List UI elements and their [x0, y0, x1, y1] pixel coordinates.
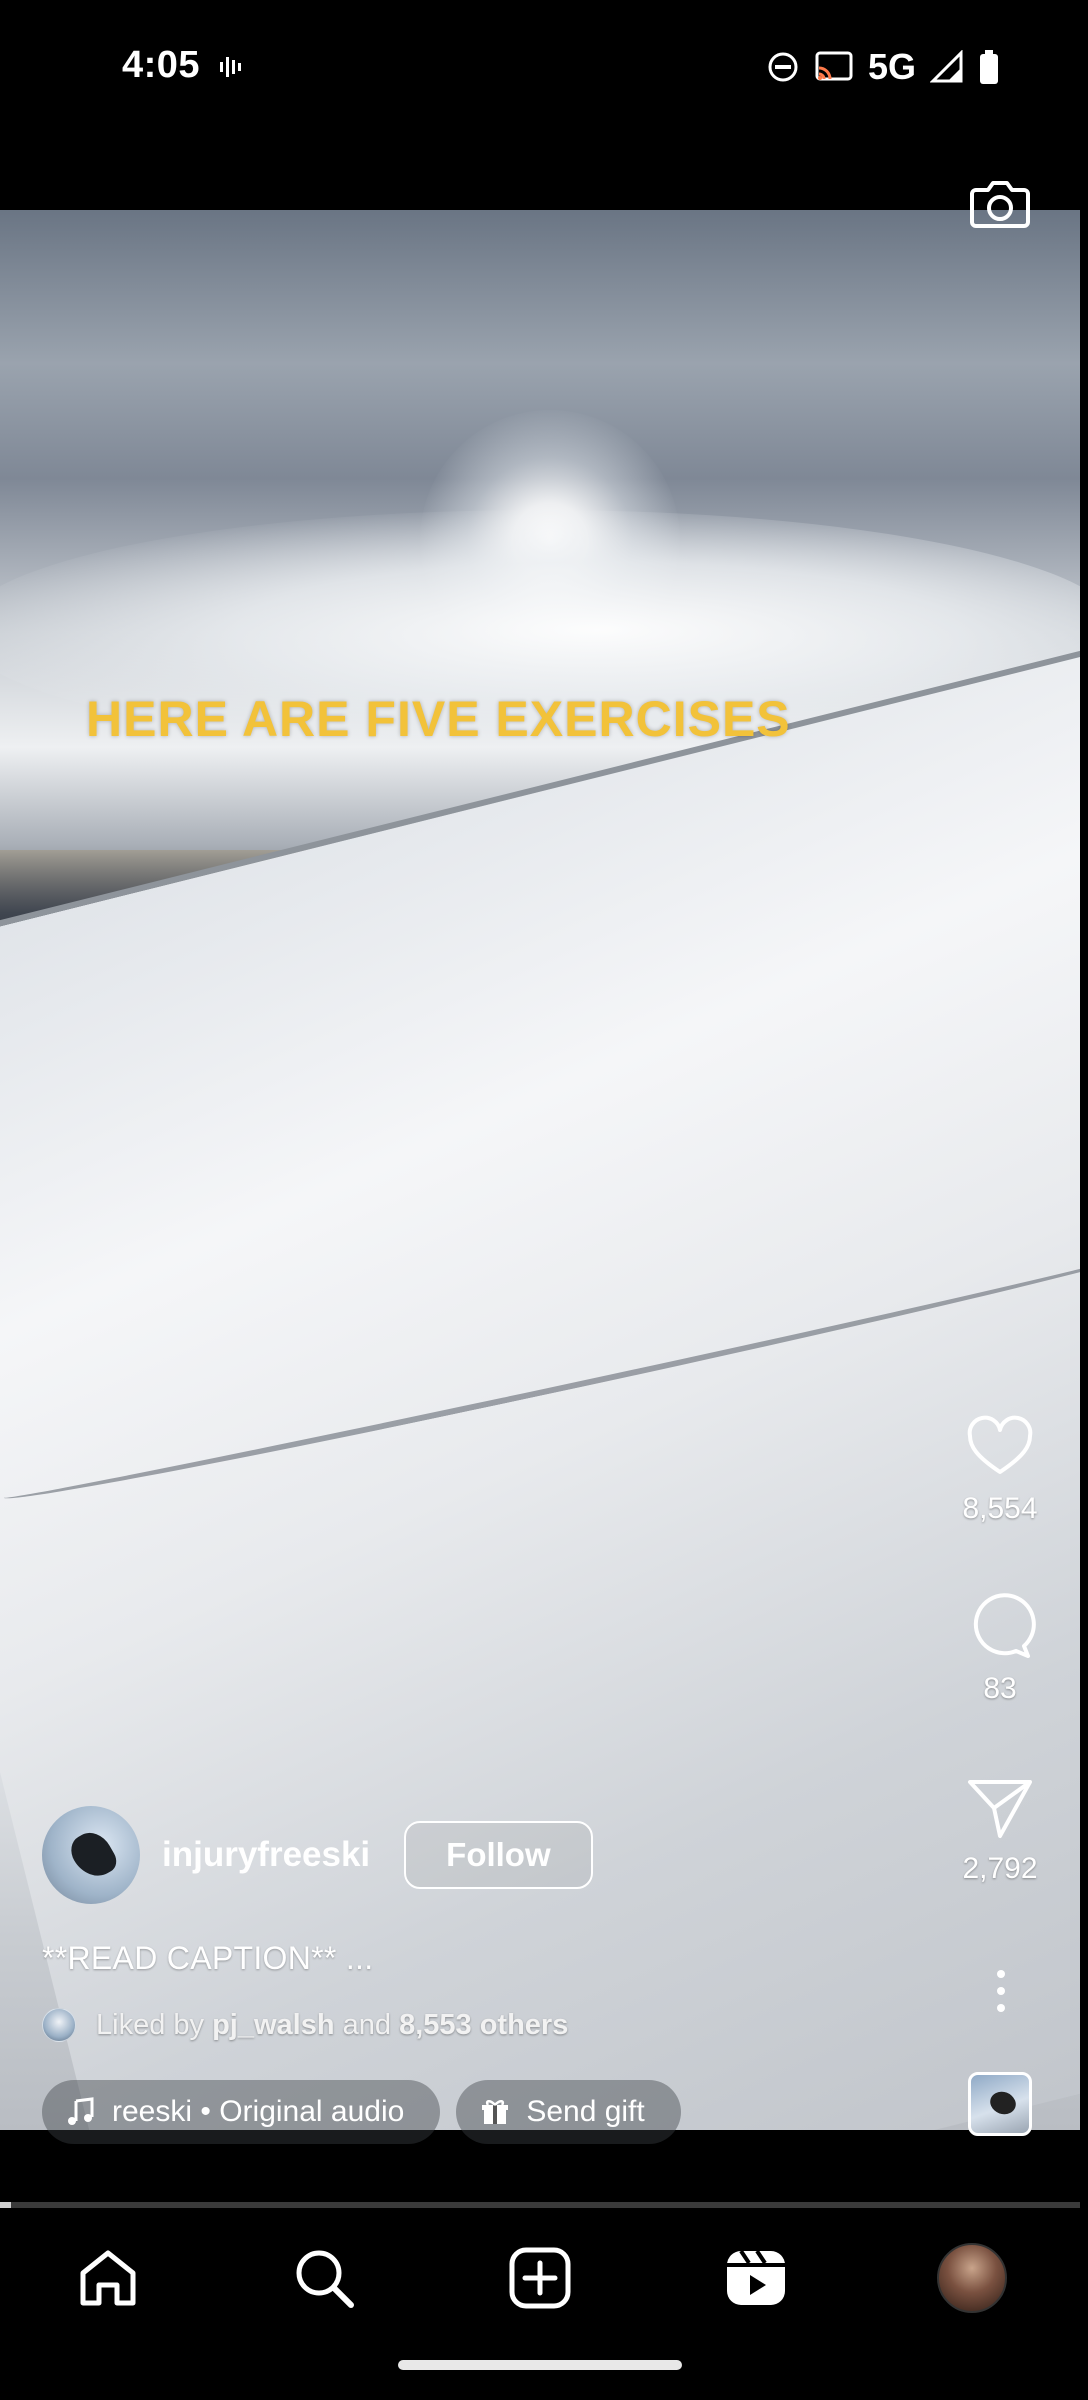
more-options-icon[interactable]: [986, 1966, 1016, 2016]
liked-by-connector: and: [342, 2008, 392, 2041]
gift-icon: [482, 2100, 509, 2124]
send-gift-label: Send gift: [526, 2095, 645, 2128]
signal-icon: [930, 50, 963, 83]
audio-thumbnail[interactable]: [968, 2072, 1032, 2136]
pill-row: reeski • Original audio Send gift: [42, 2080, 681, 2144]
share-action[interactable]: 2,792: [940, 1772, 1060, 1886]
skier-figure: [987, 2087, 1019, 2119]
follow-button[interactable]: Follow: [404, 1821, 593, 1889]
reels-icon[interactable]: [723, 2245, 789, 2311]
liked-by-row[interactable]: Liked by pj_walsh and 8,553 others: [42, 2008, 568, 2042]
comment-count: 83: [983, 1672, 1017, 1705]
like-action[interactable]: 8,554: [940, 1412, 1060, 1526]
liked-by-others[interactable]: 8,553 others: [399, 2009, 568, 2042]
nav-create[interactable]: [502, 2240, 578, 2316]
author-username[interactable]: injuryfreeski: [162, 1835, 370, 1875]
nav-home[interactable]: [70, 2240, 146, 2316]
caption-text[interactable]: **READ CAPTION** ...: [42, 1940, 373, 1977]
search-icon[interactable]: [291, 2245, 357, 2311]
nav-search[interactable]: [286, 2240, 362, 2316]
music-note-icon: [68, 2097, 94, 2125]
skier-figure: [65, 1825, 121, 1885]
status-icons: 5G: [766, 46, 1000, 88]
send-icon[interactable]: [964, 1772, 1036, 1844]
home-indicator: [398, 2360, 682, 2370]
camera-icon[interactable]: [964, 168, 1036, 240]
create-post-icon[interactable]: [507, 2245, 573, 2311]
heart-icon[interactable]: [964, 1412, 1036, 1484]
network-label: 5G: [867, 46, 916, 87]
home-icon[interactable]: [75, 2245, 141, 2311]
like-count: 8,554: [962, 1492, 1038, 1525]
liker-avatar: [42, 2008, 76, 2042]
comment-action[interactable]: 83: [940, 1592, 1060, 1706]
liked-by-user[interactable]: pj_walsh: [212, 2009, 335, 2042]
author-row: injuryfreeski Follow: [42, 1806, 593, 1904]
audio-label: reeski • Original audio: [112, 2095, 405, 2128]
liked-by-prefix: Liked by: [96, 2008, 205, 2041]
battery-icon: [980, 50, 998, 84]
comment-icon[interactable]: [964, 1592, 1036, 1664]
do-not-disturb-icon: [768, 52, 798, 82]
cast-icon: [815, 51, 853, 81]
profile-avatar[interactable]: [937, 2243, 1007, 2313]
send-gift-pill[interactable]: Send gift: [456, 2080, 681, 2144]
share-count: 2,792: [962, 1852, 1038, 1885]
status-time: 4:05: [122, 44, 201, 86]
nav-profile[interactable]: [934, 2240, 1010, 2316]
vibrate-icon: [220, 57, 241, 77]
status-bar: 4:05 5G: [0, 0, 1088, 132]
author-avatar[interactable]: [42, 1806, 140, 1904]
bottom-nav: [0, 2208, 1088, 2400]
audio-pill[interactable]: reeski • Original audio: [42, 2080, 441, 2144]
video-overlay-text: HERE ARE FIVE EXERCISES: [86, 691, 791, 747]
nav-reels[interactable]: [718, 2240, 794, 2316]
